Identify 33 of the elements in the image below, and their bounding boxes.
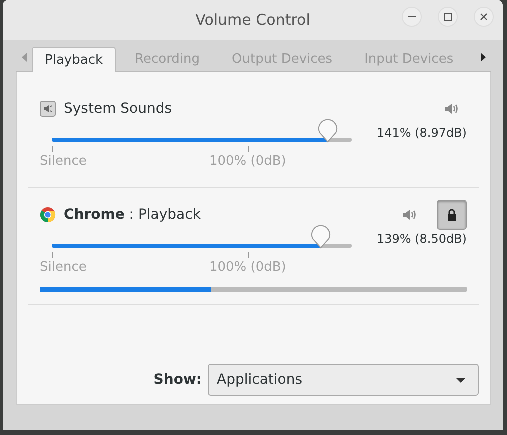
stream-name: Chrome : Playback — [64, 207, 202, 223]
maximize-icon — [444, 13, 452, 21]
scale-label: 100% (0dB) — [209, 154, 286, 169]
lock-icon — [447, 209, 457, 221]
tab[interactable]: Recording — [122, 47, 214, 71]
show-label: Show: — [154, 372, 202, 388]
tab[interactable]: Playback — [32, 47, 116, 72]
maximize-button[interactable] — [438, 7, 458, 27]
volume-reading: 139% (8.50dB) — [376, 232, 467, 246]
lock-button[interactable] — [437, 200, 467, 230]
scale-label: Silence — [40, 154, 87, 169]
speaker-icon — [40, 101, 56, 117]
volume-reading: 141% (8.97dB) — [376, 126, 467, 140]
tab[interactable]: Output Devices — [219, 47, 346, 71]
close-icon — [480, 13, 488, 21]
speaker-icon — [403, 209, 417, 221]
speaker-icon — [445, 103, 459, 115]
scroll-right-icon[interactable] — [480, 53, 486, 62]
volume-slider[interactable]: Silence 100% (0dB) — [40, 225, 364, 281]
slider-thumb[interactable] — [310, 225, 332, 249]
show-dropdown[interactable]: Applications — [208, 364, 479, 396]
volume-slider[interactable]: Silence 100% (0dB) — [40, 119, 364, 175]
stream-name: System Sounds — [64, 101, 174, 117]
close-button[interactable] — [474, 7, 494, 27]
minimize-button[interactable] — [402, 7, 422, 27]
browser-icon — [40, 207, 56, 223]
slider-thumb[interactable] — [317, 119, 339, 143]
dropdown-arrow-icon — [456, 378, 466, 382]
tab[interactable]: Input Devices — [352, 47, 467, 71]
scale-label: Silence — [40, 260, 87, 275]
scale-label: 100% (0dB) — [209, 260, 286, 275]
window-title: Volume Control — [196, 11, 310, 29]
minimize-icon — [408, 16, 416, 18]
